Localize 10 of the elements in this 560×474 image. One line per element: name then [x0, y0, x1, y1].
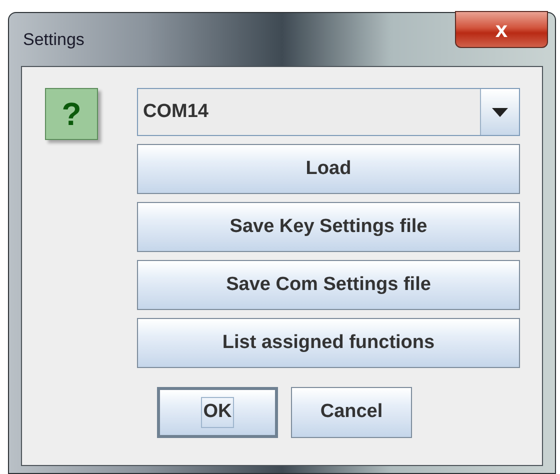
action-button[interactable]: Load: [137, 144, 520, 194]
window-title: Settings: [23, 28, 84, 51]
port-dropdown[interactable]: COM14: [137, 88, 520, 136]
action-button[interactable]: Save Key Settings file: [137, 202, 520, 252]
action-button[interactable]: Save Com Settings file: [137, 260, 520, 310]
help-icon: ?: [45, 88, 98, 140]
cancel-button[interactable]: Cancel: [291, 387, 412, 438]
ok-button[interactable]: OK: [157, 387, 278, 438]
action-button[interactable]: List assigned functions: [137, 318, 520, 368]
close-button[interactable]: x: [455, 11, 548, 48]
